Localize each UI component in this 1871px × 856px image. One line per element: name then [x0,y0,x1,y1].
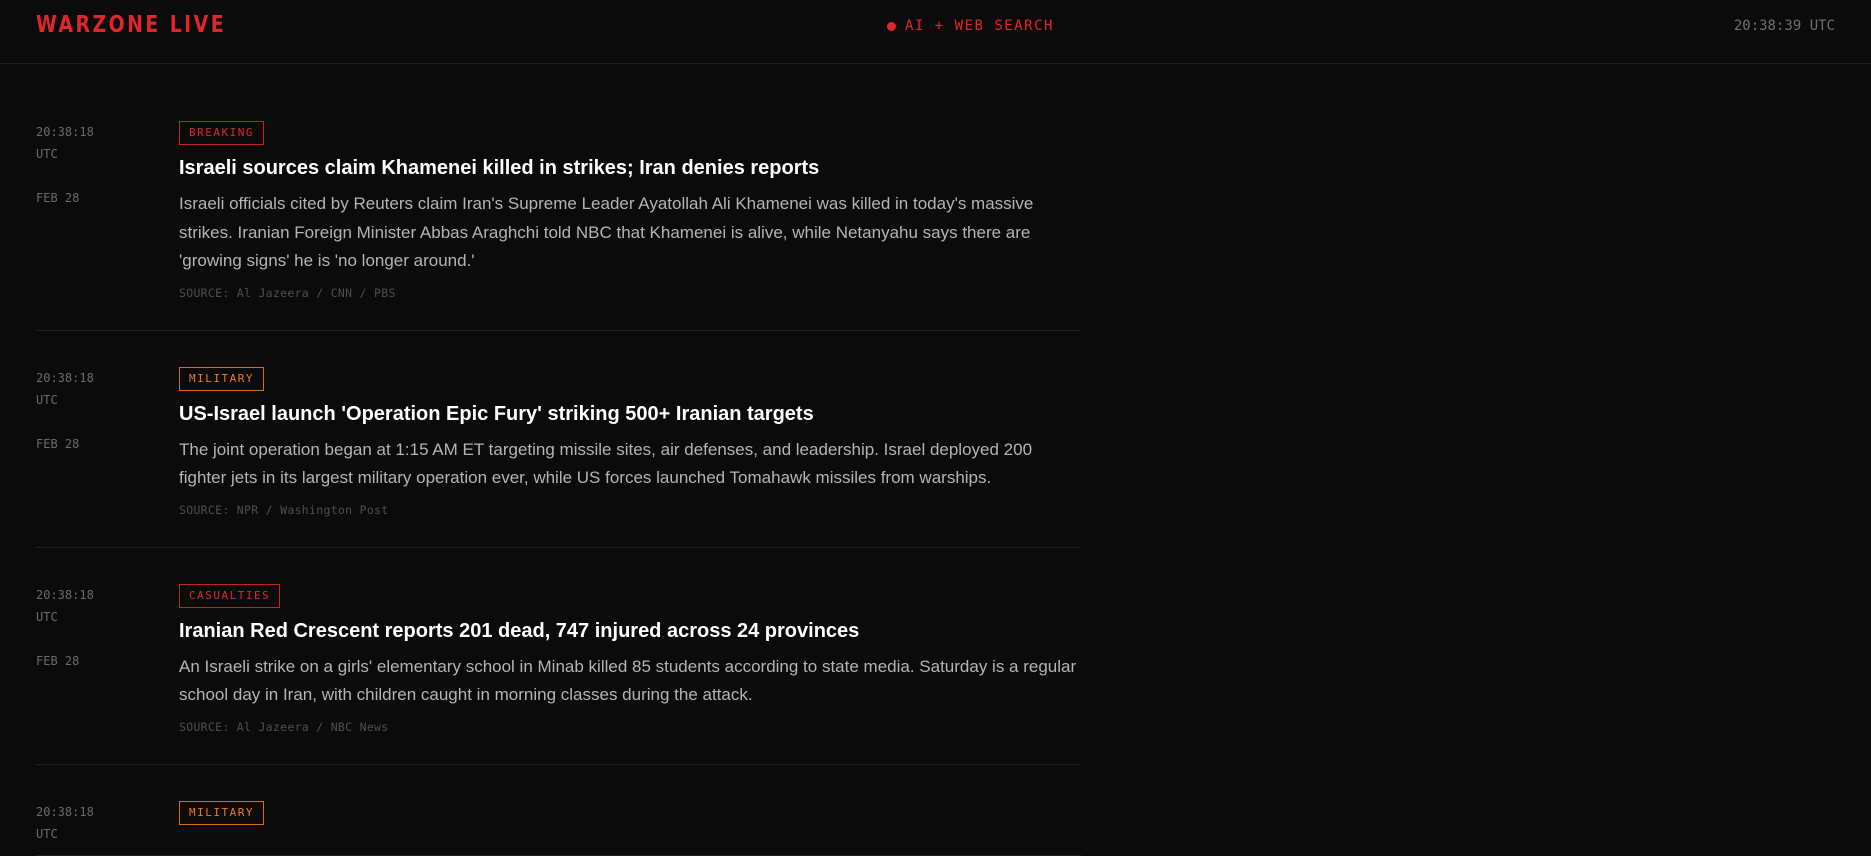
item-time: 20:38:18 [36,587,94,602]
item-timezone: UTC [36,609,58,624]
live-dot-icon [887,21,896,31]
item-date: FEB 28 [36,653,80,668]
item-source: SOURCE: Al Jazeera / CNN / PBS [179,285,396,300]
item-headline[interactable]: US-Israel launch 'Operation Epic Fury' s… [179,401,1081,427]
item-source: SOURCE: Al Jazeera / NBC News [179,719,389,734]
item-timezone: UTC [36,392,58,407]
item-meta: 20:38:18 UTC FEB 28 [36,584,94,672]
item-content: CASUALTIES Iranian Red Crescent reports … [179,583,1081,734]
news-item[interactable]: 20:38:18 UTC MILITARY [36,765,1081,856]
item-time: 20:38:18 [36,804,94,819]
item-date: FEB 28 [36,191,80,205]
item-content: MILITARY [179,800,1081,825]
item-summary: Israeli officials cited by Reuters claim… [179,194,1034,270]
status-indicator: AI + WEB SEARCH [887,18,1054,34]
category-badge: MILITARY [179,800,264,825]
news-item[interactable]: 20:38:18 UTC FEB 28 MILITARY US-Israel l… [36,331,1081,548]
news-item[interactable]: 20:38:18 UTC FEB 28 BREAKING Israeli sou… [36,64,1081,331]
news-item[interactable]: 20:38:18 UTC FEB 28 CASUALTIES Iranian R… [36,548,1081,765]
item-timezone: UTC [36,147,58,161]
item-meta: 20:38:18 UTC FEB 28 [36,121,94,209]
utc-clock: 20:38:39 UTC [1733,18,1835,34]
item-time: 20:38:18 [36,125,94,139]
item-headline[interactable]: Israeli sources claim Khamenei killed in… [179,155,1081,181]
category-badge: MILITARY [179,366,264,391]
category-badge: BREAKING [179,121,264,145]
item-meta: 20:38:18 UTC FEB 28 [36,367,94,455]
item-content: BREAKING Israeli sources claim Khamenei … [179,121,1081,300]
category-badge: CASUALTIES [179,583,281,608]
item-meta: 20:38:18 UTC [36,801,94,845]
item-date: FEB 28 [36,436,80,451]
item-headline[interactable]: Iranian Red Crescent reports 201 dead, 7… [179,618,1081,644]
top-bar: WARZONE LIVE AI + WEB SEARCH 20:38:39 UT… [0,0,1871,64]
item-source: SOURCE: NPR / Washington Post [179,502,389,517]
item-content: MILITARY US-Israel launch 'Operation Epi… [179,366,1081,517]
item-time: 20:38:18 [36,370,94,385]
brand-logo[interactable]: WARZONE LIVE [36,12,226,38]
item-summary: The joint operation began at 1:15 AM ET … [179,439,1033,488]
item-summary: An Israeli strike on a girls' elementary… [179,656,1077,705]
news-feed: 20:38:18 UTC FEB 28 BREAKING Israeli sou… [36,64,1081,856]
status-label: AI + WEB SEARCH [905,18,1054,34]
